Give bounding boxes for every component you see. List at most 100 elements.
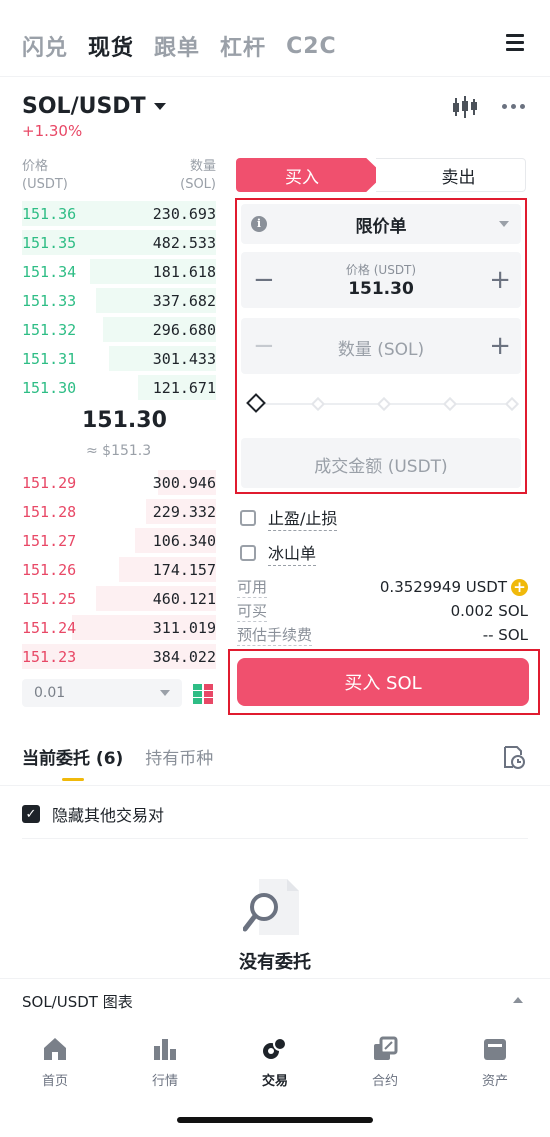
chart-drawer[interactable]: SOL/USDT 图表 — [0, 978, 550, 1022]
order-type-select[interactable]: i 限价单 — [241, 204, 521, 244]
price-increase-button[interactable]: + — [489, 267, 511, 293]
ask-qty: 229.332 — [152, 502, 216, 521]
orderbook-row[interactable]: 151.24 311.019 — [22, 613, 216, 642]
nav-home[interactable]: 首页 — [0, 1022, 110, 1102]
iceberg-option[interactable]: 冰山单 — [240, 540, 317, 566]
bid-price: 151.30 — [22, 378, 77, 397]
nav-home-label: 首页 — [41, 1074, 68, 1089]
amount-slider[interactable] — [246, 393, 520, 414]
bid-price: 151.35 — [22, 233, 77, 252]
bid-price: 151.36 — [22, 204, 77, 223]
slider-step-75[interactable] — [442, 396, 458, 412]
available-balance: 可用 0.3529949 USDT + — [237, 576, 528, 598]
tp-sl-option[interactable]: 止盈/止损 — [240, 505, 338, 531]
qty-column-header: 数量 (SOL) — [180, 158, 216, 194]
nav-futures[interactable]: 合约 — [330, 1022, 440, 1102]
depth-precision-select[interactable]: 0.01 — [22, 679, 182, 707]
home-indicator — [177, 1117, 373, 1123]
ask-qty: 106.340 — [152, 531, 216, 550]
caret-down-icon — [499, 221, 509, 227]
available-label: 可用 — [237, 578, 268, 598]
orderbook-row[interactable]: 151.34 181.618 — [22, 257, 216, 286]
ask-price: 151.28 — [22, 502, 77, 521]
order-history-icon[interactable] — [503, 745, 525, 769]
slider-handle[interactable] — [246, 393, 266, 413]
bid-qty: 301.433 — [152, 349, 216, 368]
orderbook-row[interactable]: 151.25 460.121 — [22, 584, 216, 613]
price-input[interactable]: − 价格 (USDT) 151.30 + — [241, 252, 521, 308]
max-buy: 可买 0.002 SOL — [237, 600, 528, 622]
nav-trade[interactable]: 交易 — [220, 1022, 330, 1102]
add-funds-icon[interactable]: + — [511, 578, 528, 596]
buy-sell-tabs: 买入 卖出 — [236, 158, 526, 192]
iceberg-checkbox[interactable] — [240, 545, 256, 561]
order-type-label: 限价单 — [355, 216, 407, 237]
fee-label: 预估手续费 — [237, 626, 313, 646]
bid-qty: 230.693 — [152, 204, 216, 223]
order-form-highlight: i 限价单 − 价格 (USDT) 151.30 + − 数量 (SOL) + … — [235, 198, 527, 494]
candlestick-chart-icon[interactable] — [452, 96, 478, 118]
total-input[interactable]: 成交金额 (USDT) — [241, 438, 521, 488]
price-change: +1.30% — [22, 122, 83, 140]
orderbook-row[interactable]: 151.35 482.533 — [22, 228, 216, 257]
hamburger-menu-icon[interactable] — [506, 34, 524, 52]
slider-step-25[interactable] — [310, 396, 326, 412]
can-buy-label: 可买 — [237, 602, 268, 622]
caret-down-icon — [160, 690, 170, 696]
tab-swap[interactable]: 闪兑 — [22, 30, 68, 62]
depth-value: 0.01 — [34, 685, 66, 701]
ask-qty: 384.022 — [152, 647, 216, 666]
tab-spot[interactable]: 现货 — [88, 30, 134, 62]
orderbook-header: 价格 (USDT) 数量 (SOL) — [22, 158, 216, 194]
divider — [22, 838, 528, 839]
orderbook-row[interactable]: 151.27 106.340 — [22, 526, 216, 555]
quantity-increase-button[interactable]: + — [489, 333, 511, 359]
tab-open-orders[interactable]: 当前委托 (6) — [22, 744, 123, 781]
orderbook-row[interactable]: 151.31 301.433 — [22, 344, 216, 373]
nav-markets[interactable]: 行情 — [110, 1022, 220, 1102]
wallet-icon — [484, 1039, 506, 1060]
orderbook-row[interactable]: 151.23 384.022 — [22, 642, 216, 671]
divider — [0, 76, 550, 77]
ask-qty: 174.157 — [152, 560, 216, 579]
tab-buy[interactable]: 买入 — [236, 158, 384, 192]
nav-markets-label: 行情 — [151, 1074, 178, 1089]
ask-qty: 300.946 — [152, 473, 216, 492]
orderbook-row[interactable]: 151.32 296.680 — [22, 315, 216, 344]
tab-margin[interactable]: 杠杆 — [220, 30, 266, 62]
bid-price: 151.31 — [22, 349, 77, 368]
hide-other-pairs-option[interactable]: ✓ 隐藏其他交易对 — [22, 802, 164, 826]
empty-state-search-icon — [243, 879, 299, 935]
last-price[interactable]: 151.30 — [82, 408, 167, 433]
tab-sell[interactable]: 卖出 — [376, 158, 526, 192]
tab-c2c[interactable]: C2C — [286, 34, 337, 59]
pair-selector[interactable]: SOL/USDT — [22, 94, 166, 119]
top-tabs: 闪兑 现货 跟单 杠杆 C2C — [22, 28, 357, 64]
caret-down-icon — [153, 103, 166, 110]
orderbook-row[interactable]: 151.33 337.682 — [22, 286, 216, 315]
tab-holdings[interactable]: 持有币种 — [145, 744, 213, 769]
slider-step-100[interactable] — [504, 396, 520, 412]
info-icon[interactable]: i — [251, 216, 267, 232]
quantity-input[interactable]: − 数量 (SOL) + — [241, 318, 521, 374]
hide-other-pairs-checkbox[interactable]: ✓ — [22, 805, 40, 823]
orderbook-row[interactable]: 151.29 300.946 — [22, 468, 216, 497]
tp-sl-checkbox[interactable] — [240, 510, 256, 526]
more-options-icon[interactable] — [502, 104, 525, 109]
orderbook-row[interactable]: 151.26 174.157 — [22, 555, 216, 584]
divider — [0, 785, 550, 786]
available-value: 0.3529949 USDT — [379, 578, 507, 596]
last-price-usd: ≈ $151.3 — [86, 443, 152, 459]
orderbook-layout-icon[interactable] — [193, 684, 213, 704]
orderbook-row[interactable]: 151.30 121.671 — [22, 373, 216, 402]
bid-price: 151.33 — [22, 291, 77, 310]
slider-step-50[interactable] — [376, 396, 392, 412]
tab-copy-trading[interactable]: 跟单 — [154, 30, 200, 62]
buy-sol-button[interactable]: 买入 SOL — [237, 658, 529, 706]
orderbook-row[interactable]: 151.28 229.332 — [22, 497, 216, 526]
nav-assets[interactable]: 资产 — [440, 1022, 550, 1102]
orderbook-row[interactable]: 151.36 230.693 — [22, 199, 216, 228]
total-placeholder: 成交金额 (USDT) — [314, 457, 448, 477]
orderbook-bids: 151.36 230.693 151.35 482.533 151.34 181.61… — [22, 199, 216, 402]
can-buy-value: 0.002 SOL — [450, 602, 528, 620]
